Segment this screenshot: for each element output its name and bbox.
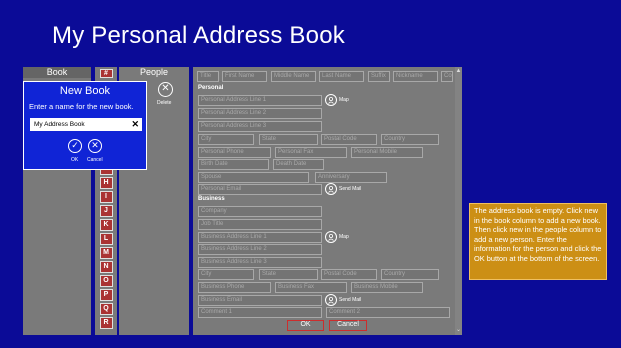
personal-address-line-3[interactable]: Personal Address Line 3 <box>198 121 322 132</box>
death-date-field[interactable]: Death Date <box>273 159 324 170</box>
alpha-button-p[interactable]: P <box>99 289 113 301</box>
personal-send-mail-label: Send Mail <box>339 185 362 192</box>
birth-date-field[interactable]: Birth Date <box>198 159 269 170</box>
alpha-button-hash[interactable]: # <box>99 69 113 78</box>
business-address-line-2[interactable]: Business Address Line 2 <box>198 244 322 255</box>
close-icon: ✕ <box>161 83 170 94</box>
business-section-header: Business <box>198 196 225 202</box>
dialog-ok-label: OK <box>71 157 79 163</box>
empty-book-info-box: The address book is empty. Click new in … <box>469 203 607 280</box>
alpha-button-l[interactable]: L <box>99 233 113 245</box>
personal-map-link[interactable]: Map <box>325 93 349 106</box>
personal-city-field[interactable]: City <box>198 134 254 145</box>
close-icon: ✕ <box>91 140 99 150</box>
cancel-button[interactable]: Cancel <box>329 320 367 331</box>
book-name-input[interactable]: My Address Book ✕ <box>30 118 142 131</box>
alpha-button-r[interactable]: R <box>99 317 113 329</box>
business-map-label: Map <box>339 233 349 240</box>
personal-postal-field[interactable]: Postal Code <box>321 134 377 145</box>
business-state-field[interactable]: State <box>259 269 318 280</box>
scroll-up-icon[interactable]: ▲ <box>455 68 462 74</box>
business-address-line-3[interactable]: Business Address Line 3 <box>198 257 322 268</box>
delete-person-button[interactable]: ✕ <box>158 82 173 97</box>
alpha-button-o[interactable]: O <box>99 275 113 287</box>
personal-send-mail-link[interactable]: Send Mail <box>325 182 361 195</box>
personal-map-label: Map <box>339 96 349 103</box>
business-address-line-1[interactable]: Business Address Line 1 <box>198 232 322 243</box>
company-short-field[interactable]: Co <box>441 71 453 82</box>
business-mobile-field[interactable]: Business Mobile <box>351 282 423 293</box>
dialog-cancel-button[interactable]: ✕ <box>88 139 102 153</box>
mail-person-icon <box>325 182 337 195</box>
first-name-field[interactable]: First Name <box>222 71 267 82</box>
personal-state-field[interactable]: State <box>259 134 318 145</box>
business-map-link[interactable]: Map <box>325 230 349 243</box>
personal-section-header: Personal <box>198 85 224 91</box>
ok-button[interactable]: OK <box>287 320 324 331</box>
title-field[interactable]: Title <box>197 71 219 82</box>
check-icon: ✓ <box>71 140 79 150</box>
nickname-field[interactable]: Nickname <box>393 71 438 82</box>
personal-address-line-2[interactable]: Personal Address Line 2 <box>198 108 322 119</box>
delete-label: Delete <box>157 100 172 106</box>
people-column-header: People <box>119 67 189 78</box>
job-title-field[interactable]: Job Title <box>198 219 322 230</box>
dialog-title: New Book <box>59 85 111 97</box>
book-name-value: My Address Book <box>34 121 85 128</box>
scroll-down-icon[interactable]: ⌄ <box>455 326 462 333</box>
last-name-field[interactable]: Last Name <box>319 71 364 82</box>
dialog-message: Enter a name for the new book. <box>29 102 134 111</box>
alpha-button-i[interactable]: I <box>99 191 113 203</box>
map-person-icon <box>325 93 337 106</box>
map-person-icon <box>325 230 337 243</box>
comment-1-field[interactable]: Comment 1 <box>198 307 322 318</box>
personal-fax-field[interactable]: Personal Fax <box>275 147 347 158</box>
book-column-header: Book <box>23 67 91 78</box>
dialog-ok-button[interactable]: ✓ <box>68 139 82 153</box>
personal-country-field[interactable]: Country <box>381 134 439 145</box>
alpha-button-j[interactable]: J <box>99 205 113 217</box>
suffix-field[interactable]: Suffix <box>368 71 390 82</box>
business-country-field[interactable]: Country <box>381 269 439 280</box>
alpha-button-q[interactable]: Q <box>99 303 113 315</box>
app-title: My Personal Address Book <box>52 22 345 49</box>
new-book-dialog: New Book Enter a name for the new book. … <box>23 81 147 170</box>
contact-detail-panel: Title First Name Middle Name Last Name S… <box>193 67 462 335</box>
dialog-cancel-label: Cancel <box>87 157 103 163</box>
alpha-button-k[interactable]: K <box>99 219 113 231</box>
alpha-button-h[interactable]: H <box>99 177 113 189</box>
detail-scrollbar[interactable]: ▲ ⌄ <box>455 67 462 335</box>
business-city-field[interactable]: City <box>198 269 254 280</box>
business-fax-field[interactable]: Business Fax <box>275 282 347 293</box>
business-postal-field[interactable]: Postal Code <box>321 269 377 280</box>
business-send-mail-label: Send Mail <box>339 296 362 303</box>
personal-mobile-field[interactable]: Personal Mobile <box>351 147 423 158</box>
middle-name-field[interactable]: Middle Name <box>271 71 316 82</box>
company-field[interactable]: Company <box>198 206 322 217</box>
business-send-mail-link[interactable]: Send Mail <box>325 293 361 306</box>
personal-phone-field[interactable]: Personal Phone <box>198 147 271 158</box>
clear-input-icon[interactable]: ✕ <box>131 118 139 131</box>
business-phone-field[interactable]: Business Phone <box>198 282 271 293</box>
personal-email-field[interactable]: Personal Email <box>198 184 322 195</box>
comment-2-field[interactable]: Comment 2 <box>326 307 450 318</box>
alpha-button-n[interactable]: N <box>99 261 113 273</box>
personal-address-line-1[interactable]: Personal Address Line 1 <box>198 95 322 106</box>
mail-person-icon <box>325 293 337 306</box>
business-email-field[interactable]: Business Email <box>198 295 322 306</box>
spouse-field[interactable]: Spouse <box>198 172 309 183</box>
alpha-button-m[interactable]: M <box>99 247 113 259</box>
